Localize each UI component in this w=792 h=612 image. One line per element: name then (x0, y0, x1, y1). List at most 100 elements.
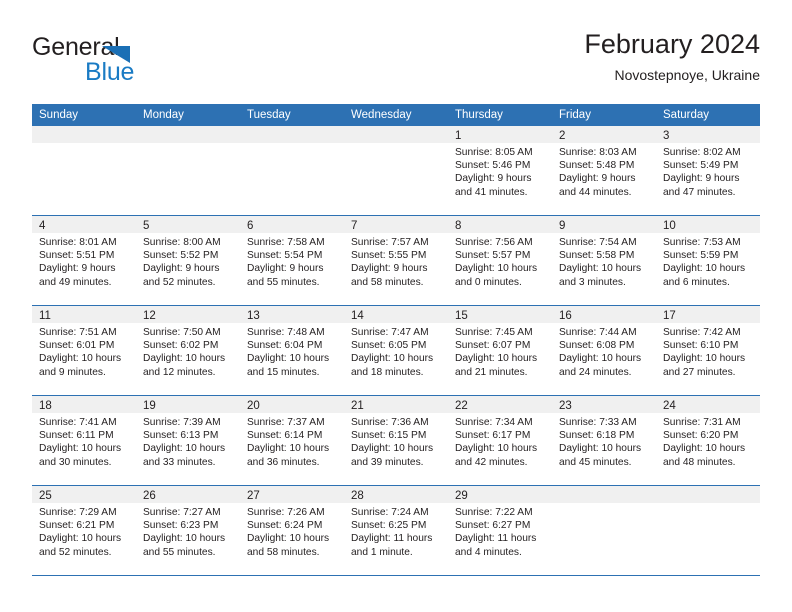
calendar-day-cell[interactable]: 26 Sunrise: 7:27 AM Sunset: 6:23 PM Dayligh… (136, 486, 240, 575)
calendar-day-cell[interactable]: 17 Sunrise: 7:42 AM Sunset: 6:10 PM Dayligh… (656, 306, 760, 395)
day-number: 12 (143, 310, 156, 322)
calendar-day-cell[interactable]: 13 Sunrise: 7:48 AM Sunset: 6:04 PM Dayligh… (240, 306, 344, 395)
sunset-text: Sunset: 6:05 PM (351, 340, 427, 352)
daylight-text: Daylight: 10 hours (559, 443, 642, 455)
calendar-day-cell[interactable]: 27 Sunrise: 7:26 AM Sunset: 6:24 PM Dayligh… (240, 486, 344, 575)
sunrise-text: Sunrise: 8:02 AM (663, 147, 741, 158)
weekday-header-wednesday: Wednesday (351, 109, 412, 121)
day-number: 22 (455, 400, 468, 412)
sunset-text: Sunset: 6:18 PM (559, 430, 635, 442)
daylight-text-cont: and 45 minutes. (559, 456, 632, 468)
daylight-text: Daylight: 9 hours (39, 263, 116, 275)
calendar-day-cell[interactable]: 9 Sunrise: 7:54 AM Sunset: 5:58 PM Daylight… (552, 216, 656, 305)
calendar-day-cell[interactable]: 7 Sunrise: 7:57 AM Sunset: 5:55 PM Daylight… (344, 216, 448, 305)
day-number: 25 (39, 490, 52, 502)
day-details (32, 143, 136, 146)
calendar-day-cell[interactable]: 1 Sunrise: 8:05 AM Sunset: 5:46 PM Daylight… (448, 126, 552, 215)
daylight-text: Daylight: 10 hours (143, 353, 226, 365)
sunset-text: Sunset: 6:23 PM (143, 520, 219, 532)
calendar-day-cell[interactable]: 15 Sunrise: 7:45 AM Sunset: 6:07 PM Dayligh… (448, 306, 552, 395)
calendar-day-cell[interactable]: 10 Sunrise: 7:53 AM Sunset: 5:59 PM Dayligh… (656, 216, 760, 305)
calendar-day-cell[interactable]: 2 Sunrise: 8:03 AM Sunset: 5:48 PM Daylight… (552, 126, 656, 215)
calendar-day-cell[interactable]: 22 Sunrise: 7:34 AM Sunset: 6:17 PM Dayligh… (448, 396, 552, 485)
daylight-text: Daylight: 9 hours (455, 173, 532, 185)
daylight-text-cont: and 58 minutes. (351, 276, 424, 288)
day-number-band (552, 486, 656, 503)
day-number-band: 26 (136, 486, 240, 503)
calendar-day-cell[interactable]: 23 Sunrise: 7:33 AM Sunset: 6:18 PM Dayligh… (552, 396, 656, 485)
calendar-day-cell[interactable]: 8 Sunrise: 7:56 AM Sunset: 5:57 PM Daylight… (448, 216, 552, 305)
calendar-day-cell[interactable]: 19 Sunrise: 7:39 AM Sunset: 6:13 PM Dayligh… (136, 396, 240, 485)
daylight-text-cont: and 1 minute. (351, 546, 413, 558)
calendar-day-cell[interactable]: 16 Sunrise: 7:44 AM Sunset: 6:08 PM Dayligh… (552, 306, 656, 395)
daylight-text-cont: and 12 minutes. (143, 366, 216, 378)
daylight-text-cont: and 58 minutes. (247, 546, 320, 558)
daylight-text: Daylight: 10 hours (39, 443, 122, 455)
daylight-text-cont: and 30 minutes. (39, 456, 112, 468)
brand-name-blue: Blue (85, 58, 135, 86)
day-number: 3 (663, 130, 670, 142)
sunset-text: Sunset: 5:58 PM (559, 250, 635, 262)
calendar-day-cell[interactable]: 4 Sunrise: 8:01 AM Sunset: 5:51 PM Daylight… (32, 216, 136, 305)
day-number-band: 8 (448, 216, 552, 233)
day-number-band: 19 (136, 396, 240, 413)
calendar-day-cell-empty (136, 126, 240, 215)
sunrise-text: Sunrise: 7:42 AM (663, 327, 741, 338)
calendar-day-cell[interactable]: 3 Sunrise: 8:02 AM Sunset: 5:49 PM Daylight… (656, 126, 760, 215)
weekday-header-sunday: Sunday (39, 109, 79, 121)
calendar-day-cell-empty (32, 126, 136, 215)
day-details: Sunrise: 7:37 AM Sunset: 6:14 PM Daylight:… (240, 413, 344, 469)
daylight-text-cont: and 44 minutes. (559, 186, 632, 198)
day-details: Sunrise: 7:50 AM Sunset: 6:02 PM Daylight:… (136, 323, 240, 379)
calendar-day-cell[interactable]: 21 Sunrise: 7:36 AM Sunset: 6:15 PM Dayligh… (344, 396, 448, 485)
sunset-text: Sunset: 6:15 PM (351, 430, 427, 442)
daylight-text: Daylight: 10 hours (39, 533, 122, 545)
daylight-text: Daylight: 10 hours (351, 443, 434, 455)
daylight-text-cont: and 49 minutes. (39, 276, 112, 288)
calendar-day-cell[interactable]: 20 Sunrise: 7:37 AM Sunset: 6:14 PM Dayligh… (240, 396, 344, 485)
day-number: 14 (351, 310, 364, 322)
sunset-text: Sunset: 6:10 PM (663, 340, 739, 352)
daylight-text: Daylight: 10 hours (455, 443, 538, 455)
daylight-text-cont: and 48 minutes. (663, 456, 736, 468)
brand-logo[interactable]: General Blue (32, 34, 222, 90)
sunrise-text: Sunrise: 7:33 AM (559, 417, 637, 428)
calendar-day-cell[interactable]: 12 Sunrise: 7:50 AM Sunset: 6:02 PM Dayligh… (136, 306, 240, 395)
day-number-band: 2 (552, 126, 656, 143)
calendar-day-cell[interactable]: 11 Sunrise: 7:51 AM Sunset: 6:01 PM Dayligh… (32, 306, 136, 395)
calendar-day-cell[interactable]: 18 Sunrise: 7:41 AM Sunset: 6:11 PM Dayligh… (32, 396, 136, 485)
calendar-day-cell[interactable]: 5 Sunrise: 8:00 AM Sunset: 5:52 PM Daylight… (136, 216, 240, 305)
day-number: 4 (39, 220, 46, 232)
calendar-day-cell[interactable]: 28 Sunrise: 7:24 AM Sunset: 6:25 PM Dayligh… (344, 486, 448, 575)
day-details (240, 143, 344, 146)
sunset-text: Sunset: 6:07 PM (455, 340, 531, 352)
location-subtitle: Novostepnoye, Ukraine (614, 67, 760, 83)
calendar-day-cell[interactable]: 14 Sunrise: 7:47 AM Sunset: 6:05 PM Dayligh… (344, 306, 448, 395)
sunrise-text: Sunrise: 7:47 AM (351, 327, 429, 338)
calendar-day-cell[interactable]: 25 Sunrise: 7:29 AM Sunset: 6:21 PM Dayligh… (32, 486, 136, 575)
sunset-text: Sunset: 5:54 PM (247, 250, 323, 262)
day-number: 17 (663, 310, 676, 322)
daylight-text: Daylight: 9 hours (663, 173, 740, 185)
day-details: Sunrise: 7:36 AM Sunset: 6:15 PM Daylight:… (344, 413, 448, 469)
day-number-band: 9 (552, 216, 656, 233)
day-details: Sunrise: 7:31 AM Sunset: 6:20 PM Daylight:… (656, 413, 760, 469)
calendar-day-cell[interactable]: 24 Sunrise: 7:31 AM Sunset: 6:20 PM Dayligh… (656, 396, 760, 485)
weekday-header-friday: Friday (559, 109, 591, 121)
calendar-week-row: 25 Sunrise: 7:29 AM Sunset: 6:21 PM Dayligh… (32, 486, 760, 576)
daylight-text: Daylight: 11 hours (351, 533, 433, 545)
sunrise-text: Sunrise: 7:53 AM (663, 237, 741, 248)
calendar-day-cell[interactable]: 29 Sunrise: 7:22 AM Sunset: 6:27 PM Dayligh… (448, 486, 552, 575)
day-number-band: 21 (344, 396, 448, 413)
day-number-band (32, 126, 136, 143)
weekday-header-monday: Monday (143, 109, 184, 121)
sunset-text: Sunset: 6:11 PM (39, 430, 114, 442)
day-details: Sunrise: 7:42 AM Sunset: 6:10 PM Daylight:… (656, 323, 760, 379)
daylight-text: Daylight: 10 hours (663, 353, 746, 365)
day-details: Sunrise: 8:03 AM Sunset: 5:48 PM Daylight:… (552, 143, 656, 199)
sunrise-text: Sunrise: 7:51 AM (39, 327, 117, 338)
weekday-header-thursday: Thursday (455, 109, 503, 121)
calendar-day-cell[interactable]: 6 Sunrise: 7:58 AM Sunset: 5:54 PM Daylight… (240, 216, 344, 305)
day-number-band: 5 (136, 216, 240, 233)
daylight-text-cont: and 4 minutes. (455, 546, 522, 558)
